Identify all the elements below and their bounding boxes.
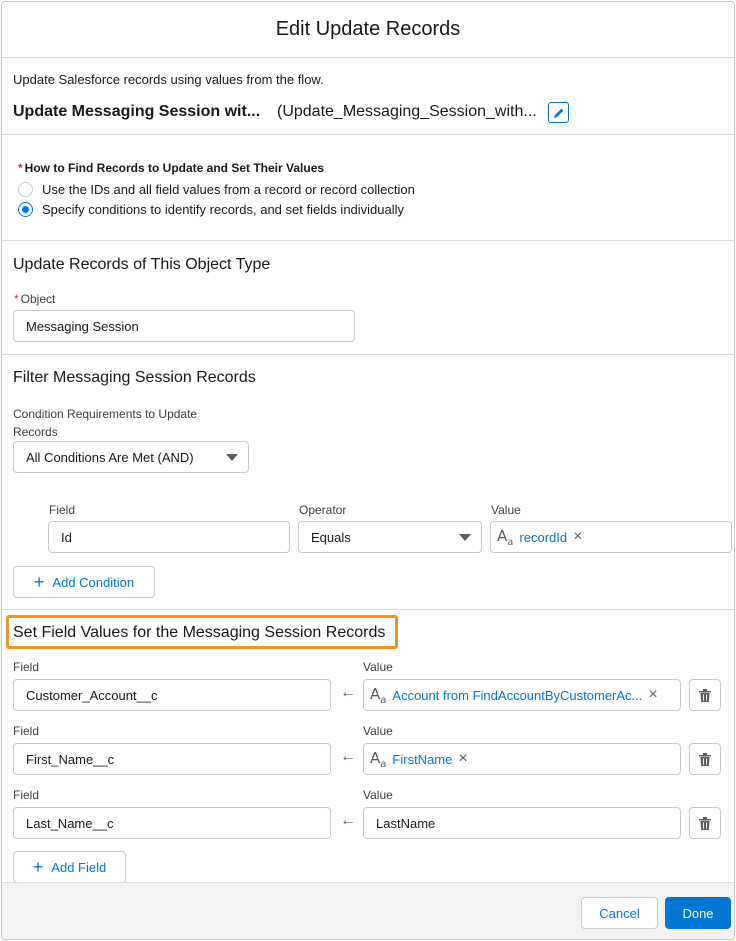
add-field-label: Add Field <box>51 859 107 875</box>
left-arrow-icon: ← <box>340 748 356 765</box>
condition-requirements-value: All Conditions Are Met (AND) <box>26 449 194 465</box>
add-condition-label: Add Condition <box>52 574 135 590</box>
filter-value-input[interactable]: Aa recordId × <box>490 521 732 553</box>
close-icon[interactable]: × <box>648 687 657 703</box>
required-marker: * <box>14 292 19 306</box>
radio-button-checked[interactable] <box>18 202 33 217</box>
radio-label: Specify conditions to identify records, … <box>42 202 405 217</box>
required-marker: * <box>18 161 23 175</box>
set-value-input[interactable]: Aa Account from FindAccountByCustomerAc.… <box>363 679 681 711</box>
left-arrow-icon: ← <box>340 684 356 701</box>
delete-row-button[interactable] <box>689 807 721 839</box>
find-records-label-text: How to Find Records to Update and Set Th… <box>24 161 325 175</box>
close-icon[interactable]: × <box>458 751 467 767</box>
condition-requirements-select[interactable]: All Conditions Are Met (AND) <box>13 441 249 473</box>
text-resource-icon: Aa <box>370 748 387 770</box>
resource-pill-label: FirstName <box>392 751 453 767</box>
text-resource-icon: Aa <box>370 684 387 706</box>
trash-icon <box>699 688 711 702</box>
close-icon[interactable]: × <box>573 529 582 545</box>
edit-label-button[interactable] <box>548 102 569 123</box>
filter-section-title: Filter Messaging Session Records <box>13 369 256 386</box>
filter-field-header: Field <box>49 503 76 517</box>
modal-footer: Cancel Done <box>2 882 734 939</box>
condition-label-line2: Records <box>13 425 58 439</box>
set-value-input[interactable]: LastName <box>363 807 681 839</box>
filter-operator-select[interactable]: Equals <box>298 521 482 553</box>
delete-row-button[interactable] <box>689 679 721 711</box>
text-resource-icon: Aa <box>497 526 514 548</box>
modal-title: Edit Update Records <box>275 18 461 40</box>
value-header: Value <box>363 660 393 674</box>
element-api-name: (Update_Messaging_Session_with... <box>277 103 537 120</box>
object-section-title: Update Records of This Object Type <box>13 256 271 273</box>
modal-description: Update Salesforce records using values f… <box>13 72 324 87</box>
radio-specify-conditions[interactable]: Specify conditions to identify records, … <box>18 202 404 217</box>
divider <box>2 354 734 355</box>
resource-pill-label: Account from FindAccountByCustomerAc... <box>392 687 643 703</box>
modal-header: Edit Update Records <box>2 2 734 58</box>
resource-pill-label: recordId <box>519 529 568 545</box>
chevron-down-icon <box>459 534 471 541</box>
divider <box>2 240 734 241</box>
field-header: Field <box>13 660 40 674</box>
divider <box>2 134 734 135</box>
radio-label: Use the IDs and all field values from a … <box>42 182 415 197</box>
radio-button[interactable] <box>18 182 33 197</box>
object-label: * Object <box>14 292 55 306</box>
left-arrow-icon: ← <box>340 812 356 829</box>
filter-value-header: Value <box>491 503 521 517</box>
filter-operator-value: Equals <box>311 529 351 545</box>
condition-label-line1: Condition Requirements to Update <box>13 407 198 421</box>
plus-icon: + <box>32 857 44 877</box>
plus-icon: + <box>33 572 45 592</box>
set-field-input[interactable]: First_Name__c <box>13 743 331 775</box>
value-header: Value <box>363 788 393 802</box>
pencil-icon <box>553 108 563 118</box>
filter-operator-header: Operator <box>299 503 347 517</box>
edit-update-records-modal: Edit Update Records Update Salesforce re… <box>1 1 735 940</box>
set-value-input[interactable]: Aa FirstName × <box>363 743 681 775</box>
set-field-input[interactable]: Customer_Account__c <box>13 679 331 711</box>
radio-use-ids[interactable]: Use the IDs and all field values from a … <box>18 182 415 197</box>
cancel-button[interactable]: Cancel <box>581 897 658 929</box>
set-field-input[interactable]: Last_Name__c <box>13 807 331 839</box>
field-header: Field <box>13 724 40 738</box>
trash-icon <box>699 816 711 830</box>
add-condition-button[interactable]: + Add Condition <box>13 566 155 598</box>
set-fields-section-title: Set Field Values for the Messaging Sessi… <box>13 624 386 641</box>
condition-requirements-label: Condition Requirements to Update Records <box>13 405 197 441</box>
object-label-text: Object <box>20 292 56 306</box>
object-input[interactable]: Messaging Session <box>13 310 355 342</box>
element-label: Update Messaging Session wit... <box>13 103 261 120</box>
delete-row-button[interactable] <box>689 743 721 775</box>
chevron-down-icon <box>226 454 238 461</box>
divider <box>2 609 734 610</box>
filter-field-input[interactable]: Id <box>48 521 290 553</box>
trash-icon <box>699 752 711 766</box>
done-button[interactable]: Done <box>665 897 731 929</box>
value-header: Value <box>363 724 393 738</box>
add-field-button[interactable]: + Add Field <box>13 851 126 883</box>
field-header: Field <box>13 788 40 802</box>
find-records-label: * How to Find Records to Update and Set T… <box>18 161 324 175</box>
